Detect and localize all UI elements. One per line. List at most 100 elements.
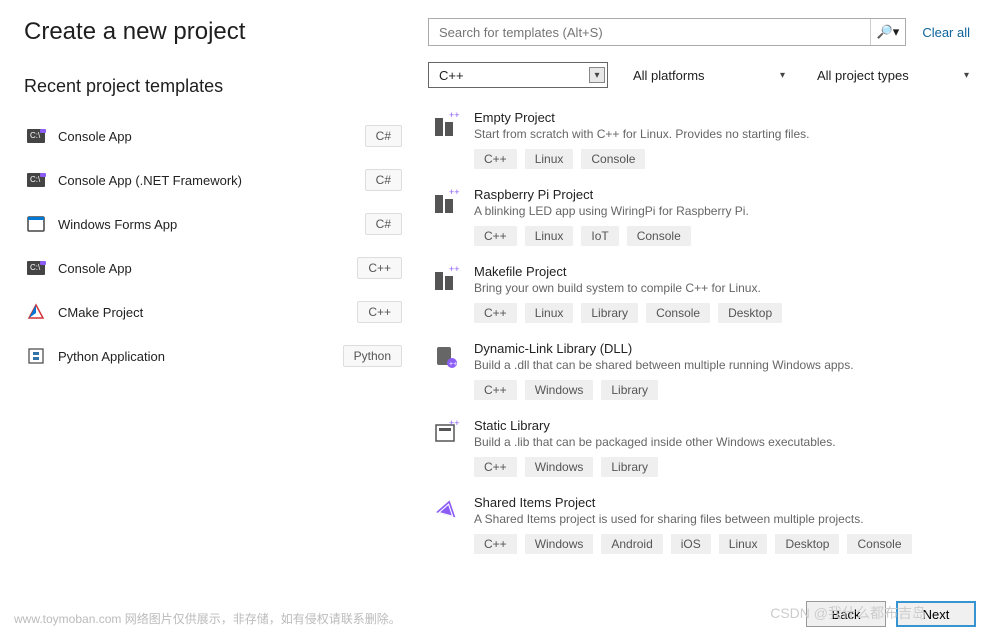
template-icon (432, 495, 462, 525)
template-tag: Linux (525, 226, 574, 246)
template-item[interactable]: ++ Raspberry Pi Project A blinking LED app… (428, 181, 976, 252)
template-desc: A Shared Items project is used for shari… (474, 512, 972, 526)
recent-item[interactable]: C:\ Console App (.NET Framework) C# (24, 159, 404, 201)
template-icon: ++ (432, 110, 462, 140)
template-tag: Linux (525, 149, 574, 169)
template-icon: ++ (432, 341, 462, 371)
template-tags: C++LinuxIoTConsole (474, 226, 972, 246)
language-dropdown[interactable]: C++ ▾ (428, 62, 608, 88)
lang-badge: Python (343, 345, 402, 367)
template-desc: A blinking LED app using WiringPi for Ra… (474, 204, 972, 218)
template-item[interactable]: ++ Makefile Project Bring your own build s… (428, 258, 976, 329)
template-title: Shared Items Project (474, 495, 972, 510)
recent-item[interactable]: CMake Project C++ (24, 291, 404, 333)
template-tag: C++ (474, 303, 517, 323)
template-tag: C++ (474, 457, 517, 477)
recent-item[interactable]: Python Application Python (24, 335, 404, 377)
recent-item-label: CMake Project (58, 305, 357, 320)
template-tag: C++ (474, 534, 517, 554)
lang-badge: C# (365, 125, 402, 147)
platform-dropdown[interactable]: All platforms ▾ (622, 62, 792, 88)
template-item[interactable]: ++ Static Library Build a .lib that can be… (428, 412, 976, 483)
console-icon: C:\ (26, 170, 46, 190)
template-title: Raspberry Pi Project (474, 187, 972, 202)
back-button[interactable]: Back (806, 601, 886, 627)
chevron-down-icon: ▾ (589, 67, 605, 83)
template-tag: Console (581, 149, 645, 169)
template-tags: C++ Linux Console (474, 149, 972, 169)
template-tag: Windows (525, 534, 594, 554)
python-icon (26, 346, 46, 366)
recent-title: Recent project templates (24, 76, 404, 97)
template-desc: Bring your own build system to compile C… (474, 281, 972, 295)
template-title: Empty Project (474, 110, 972, 125)
template-tag: C++ (474, 149, 517, 169)
template-tags: C++ Windows Android iOS Linux Desktop Console (474, 534, 972, 554)
template-title: Static Library (474, 418, 972, 433)
chevron-down-icon: ▾ (964, 70, 969, 81)
template-icon: ++ (432, 418, 462, 448)
project-type-dropdown[interactable]: All project types ▾ (806, 62, 976, 88)
template-tag: iOS (671, 534, 711, 554)
svg-text:C:\: C:\ (30, 263, 41, 272)
search-icon[interactable]: 🔎▾ (870, 19, 900, 45)
template-tag: Linux (719, 534, 768, 554)
search-input[interactable] (439, 25, 870, 40)
template-tag: C++ (474, 226, 517, 246)
dropdown-label: C++ (439, 68, 464, 83)
template-tag: Desktop (775, 534, 839, 554)
template-title: Dynamic-Link Library (DLL) (474, 341, 972, 356)
cmake-icon (26, 302, 46, 322)
svg-text:++: ++ (449, 264, 460, 274)
clear-all-link[interactable]: Clear all (916, 25, 976, 40)
recent-item-label: Python Application (58, 349, 343, 364)
lang-badge: C# (365, 213, 402, 235)
recent-item-label: Console App (58, 261, 357, 276)
svg-text:++: ++ (449, 361, 457, 368)
template-icon: ++ (432, 264, 462, 294)
recent-list: C:\ Console App C# C:\ Console App (.NET… (24, 115, 404, 377)
svg-text:++: ++ (449, 110, 460, 120)
svg-text:C:\: C:\ (30, 175, 41, 184)
template-tag: Console (646, 303, 710, 323)
template-tag: Android (601, 534, 662, 554)
template-item[interactable]: ++ Dynamic-Link Library (DLL) Build a .dll… (428, 335, 976, 406)
template-tag: Console (847, 534, 911, 554)
template-title: Makefile Project (474, 264, 972, 279)
template-icon: ++ (432, 187, 462, 217)
recent-item-label: Windows Forms App (58, 217, 365, 232)
lang-badge: C++ (357, 257, 402, 279)
svg-text:C:\: C:\ (30, 131, 41, 140)
template-tag: Desktop (718, 303, 782, 323)
recent-item-label: Console App (58, 129, 365, 144)
watermark-left: www.toymoban.com 网络图片仅供展示，非存储，如有侵权请联系删除。 (14, 610, 401, 627)
svg-text:++: ++ (449, 187, 460, 197)
template-tag: C++ (474, 380, 517, 400)
template-desc: Start from scratch with C++ for Linux. P… (474, 127, 972, 141)
template-tags: C++WindowsLibrary (474, 380, 972, 400)
search-box[interactable]: 🔎▾ (428, 18, 906, 46)
recent-item[interactable]: Windows Forms App C# (24, 203, 404, 245)
template-tag: Library (601, 380, 658, 400)
recent-item-label: Console App (.NET Framework) (58, 173, 365, 188)
recent-item[interactable]: C:\ Console App C++ (24, 247, 404, 289)
lang-badge: C# (365, 169, 402, 191)
recent-item[interactable]: C:\ Console App C# (24, 115, 404, 157)
template-tag: Console (627, 226, 691, 246)
console-icon: C:\ (26, 258, 46, 278)
next-button[interactable]: Next (896, 601, 976, 627)
dropdown-label: All project types (817, 68, 909, 83)
template-item[interactable]: Shared Items Project A Shared Items proje… (428, 489, 976, 560)
template-list: ++ Empty Project Start from scratch with C… (428, 104, 976, 564)
forms-icon (26, 214, 46, 234)
template-tag: Library (581, 303, 638, 323)
template-tag: Linux (525, 303, 574, 323)
template-tag: Library (601, 457, 658, 477)
template-tags: C++ Windows Library (474, 457, 972, 477)
template-tag: Windows (525, 457, 594, 477)
template-item[interactable]: ++ Empty Project Start from scratch with C… (428, 104, 976, 175)
dropdown-label: All platforms (633, 68, 705, 83)
chevron-down-icon: ▾ (780, 70, 785, 81)
template-desc: Build a .lib that can be packaged inside… (474, 435, 972, 449)
template-desc: Build a .dll that can be shared between … (474, 358, 972, 372)
